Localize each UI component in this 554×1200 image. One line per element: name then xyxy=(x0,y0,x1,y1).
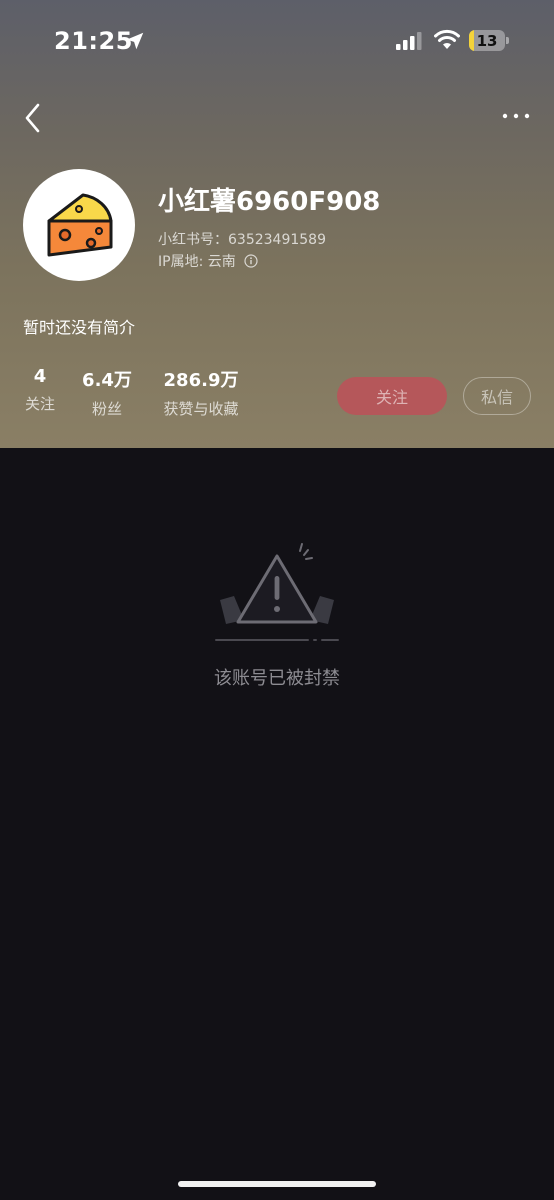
home-indicator[interactable] xyxy=(178,1181,376,1187)
stat-fans[interactable]: 6.4万 粉丝 xyxy=(80,366,134,419)
ip-location-text: IP属地: 云南 xyxy=(158,254,236,270)
status-time: 21:25 xyxy=(54,27,133,55)
chevron-left-icon[interactable] xyxy=(18,100,48,136)
status-bar: 21:25 13 xyxy=(0,0,554,80)
following-label: 关注 xyxy=(24,395,55,413)
username: 小红薯6960F908 xyxy=(158,187,381,217)
cheese-icon xyxy=(47,193,113,257)
following-count: 4 xyxy=(33,366,47,387)
battery-level: 13 xyxy=(476,31,498,50)
follow-button[interactable]: 关注 xyxy=(337,377,447,415)
fans-count: 6.4万 xyxy=(82,370,132,391)
ip-location: IP属地: 云南 xyxy=(158,251,258,271)
location-arrow-icon xyxy=(126,32,144,50)
fans-label: 粉丝 xyxy=(91,400,122,418)
wifi-icon xyxy=(434,29,460,49)
more-dots-icon[interactable] xyxy=(496,104,536,128)
bio: 暂时还没有简介 xyxy=(23,318,136,337)
likes-label: 获赞与收藏 xyxy=(163,400,239,418)
stat-likes[interactable]: 286.9万 获赞与收藏 xyxy=(158,366,244,419)
avatar[interactable] xyxy=(23,169,135,281)
user-id[interactable]: 小红书号：63523491589 xyxy=(158,229,326,249)
battery-icon: 13 xyxy=(469,30,505,51)
likes-count: 286.9万 xyxy=(163,370,239,391)
banned-message: 该账号已被封禁 xyxy=(214,668,340,689)
stat-following[interactable]: 4 关注 xyxy=(23,366,57,414)
message-button[interactable]: 私信 xyxy=(463,377,531,415)
warning-triangle-icon xyxy=(215,543,339,641)
signal-icon xyxy=(396,32,422,50)
info-icon[interactable] xyxy=(244,254,258,268)
battery-fill xyxy=(469,30,474,51)
battery-tip xyxy=(506,37,509,44)
